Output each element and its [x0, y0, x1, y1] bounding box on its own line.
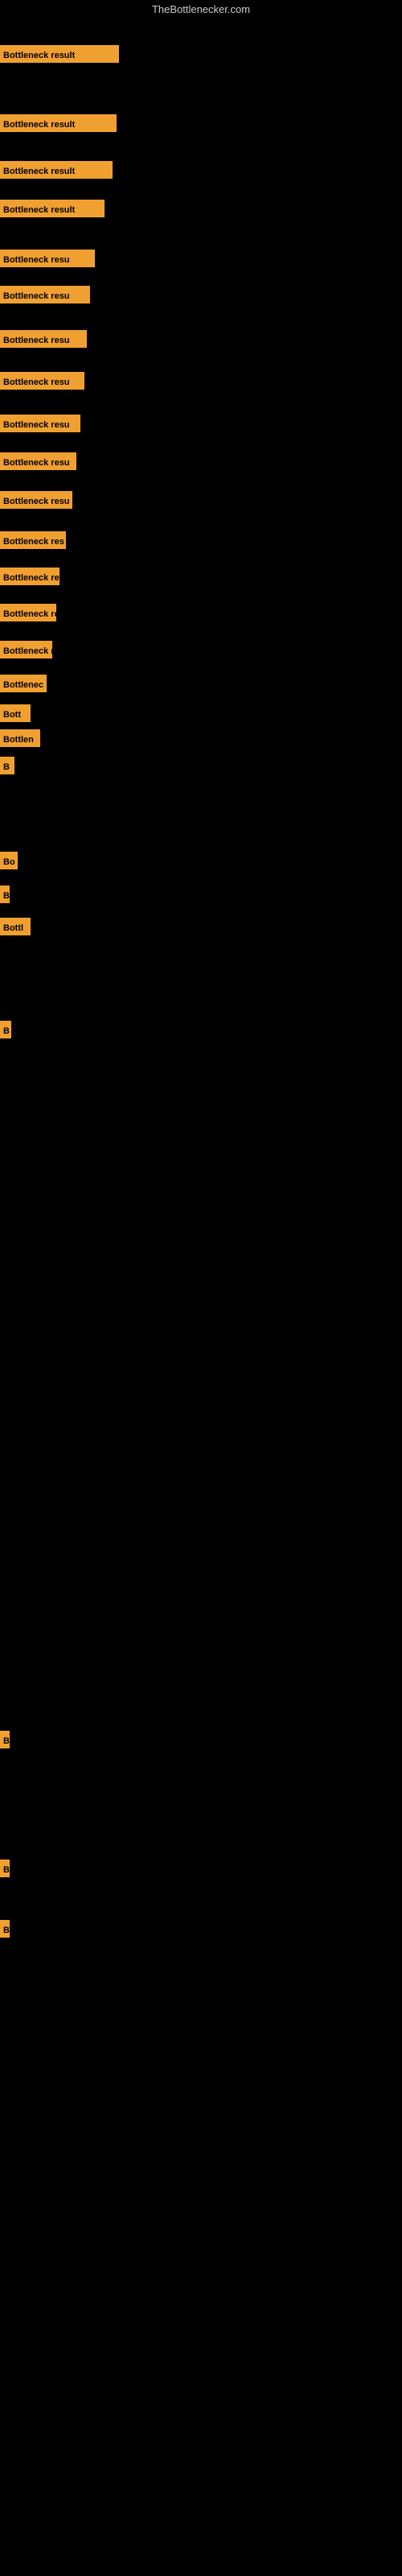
bottleneck-result-item: Bottleneck resu: [0, 250, 95, 267]
bottleneck-result-item: Bottleneck re: [0, 568, 59, 585]
bottleneck-result-item: B: [0, 1731, 10, 1748]
bottleneck-result-item: Bo: [0, 852, 18, 869]
bottleneck-result-item: Bottlenec: [0, 675, 47, 692]
bottleneck-result-item: Bottleneck resu: [0, 372, 84, 390]
bottleneck-result-item: Bottleneck resu: [0, 491, 72, 509]
bottleneck-result-item: Bottleneck re: [0, 604, 56, 621]
bottleneck-result-item: B: [0, 757, 14, 774]
bottleneck-result-item: Bottleneck result: [0, 45, 119, 63]
bottleneck-result-item: Bottleneck resu: [0, 286, 90, 303]
bottleneck-result-item: Bottleneck result: [0, 161, 113, 179]
bottleneck-result-item: Bottleneck result: [0, 200, 105, 217]
bottleneck-result-item: Bottleneck result: [0, 114, 117, 132]
bottleneck-result-item: Bottleneck res: [0, 531, 66, 549]
bottleneck-result-item: B: [0, 1021, 11, 1038]
bottleneck-result-item: Bottleneck re: [0, 641, 52, 658]
bottleneck-result-item: Bottleneck resu: [0, 415, 80, 432]
bottleneck-result-item: B: [0, 1860, 10, 1877]
bottleneck-result-item: Bottlen: [0, 729, 40, 747]
bottleneck-result-item: B: [0, 886, 10, 903]
bottleneck-result-item: B: [0, 1920, 10, 1938]
bottleneck-result-item: Bottleneck resu: [0, 330, 87, 348]
site-title: TheBottlenecker.com: [0, 0, 402, 19]
bottleneck-result-item: Bottleneck resu: [0, 452, 76, 470]
bottleneck-result-item: Bottl: [0, 918, 31, 935]
bottleneck-result-item: Bott: [0, 704, 31, 722]
